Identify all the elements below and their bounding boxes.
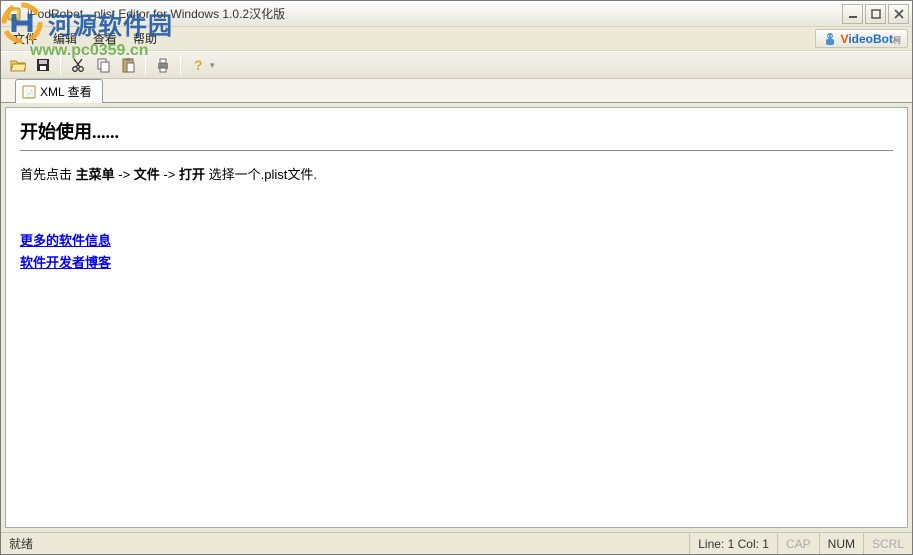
window-title: iPodRobot - plist Editor for Windows 1.0… — [27, 5, 842, 22]
menu-view[interactable]: 查看 — [85, 27, 125, 50]
content-heading: 开始使用...... — [20, 118, 893, 144]
videobot-banner[interactable]: VideoBot柯 — [815, 29, 908, 48]
content-divider — [20, 150, 893, 151]
menu-help[interactable]: 帮助 — [125, 27, 165, 50]
status-ready: 就绪 — [1, 533, 690, 554]
content-area: 开始使用...... 首先点击 主菜单 -> 文件 -> 打开 选择一个.pli… — [5, 107, 908, 528]
toolbar-separator — [60, 55, 61, 75]
tab-label: XML 查看 — [40, 83, 92, 100]
status-position: Line: 1 Col: 1 — [690, 533, 778, 554]
videobot-rest: ideoBot — [848, 32, 893, 46]
app-icon — [6, 6, 22, 22]
intro-text: 首先点击 主菜单 -> 文件 -> 打开 选择一个.plist文件. — [20, 165, 893, 186]
menu-bar: 文件 编辑 查看 帮助 VideoBot柯 — [1, 27, 912, 51]
svg-text:?: ? — [194, 57, 203, 73]
xml-tab-icon: 📄 — [22, 85, 36, 99]
maximize-button[interactable] — [865, 4, 886, 24]
minimize-button[interactable] — [842, 4, 863, 24]
toolbar-separator — [145, 55, 146, 75]
status-cap: CAP — [778, 533, 820, 554]
status-bar: 就绪 Line: 1 Col: 1 CAP NUM SCRL — [1, 532, 912, 554]
help-button[interactable]: ? — [187, 54, 209, 76]
menu-edit[interactable]: 编辑 — [45, 27, 85, 50]
menu-file[interactable]: 文件 — [5, 27, 45, 50]
help-dropdown-arrow[interactable]: ▾ — [210, 60, 215, 71]
videobot-icon — [822, 31, 838, 47]
close-button[interactable] — [888, 4, 909, 24]
save-button[interactable] — [32, 54, 54, 76]
title-bar: iPodRobot - plist Editor for Windows 1.0… — [1, 1, 912, 27]
status-scrl: SCRL — [864, 533, 912, 554]
videobot-sub: 柯 — [893, 36, 901, 45]
print-button[interactable] — [152, 54, 174, 76]
copy-button[interactable] — [92, 54, 114, 76]
link-more-info[interactable]: 更多的软件信息 — [20, 230, 893, 252]
svg-text:📄: 📄 — [25, 89, 34, 98]
cut-button[interactable] — [67, 54, 89, 76]
status-num: NUM — [820, 533, 864, 554]
tab-xml-view[interactable]: 📄 XML 查看 — [15, 79, 103, 103]
toolbar-separator — [180, 55, 181, 75]
open-button[interactable] — [7, 54, 29, 76]
paste-button[interactable] — [117, 54, 139, 76]
tab-strip: 📄 XML 查看 — [1, 79, 912, 103]
toolbar: ? ▾ — [1, 51, 912, 79]
link-dev-blog[interactable]: 软件开发者博客 — [20, 252, 893, 274]
